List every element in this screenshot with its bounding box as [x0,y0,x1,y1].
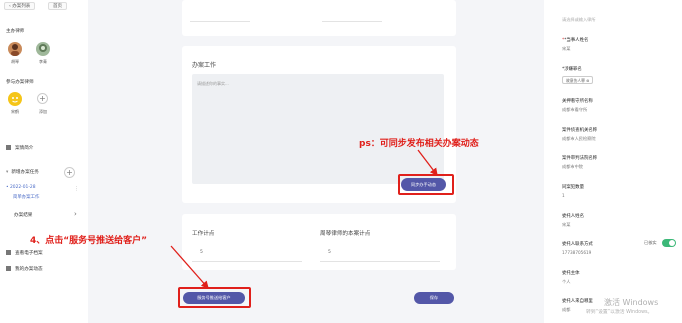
nav-label: 案情简介 [15,146,34,151]
list-icon [6,266,11,271]
field-label: 委托主体 [562,271,580,276]
avatar[interactable] [8,42,22,56]
this-case-points-value: 5 [328,250,331,255]
field-value[interactable]: 17738705619 [562,250,591,255]
field-value[interactable]: 宋某 [562,222,570,228]
top-field-left[interactable] [190,12,250,22]
main-content: 办案工作 请描述你的事实... 同步办手动态 工作计点 5 周琴律师的本案计点 … [88,0,544,323]
verified-label: 已核实 [644,240,657,245]
plus-icon: + [39,94,46,103]
field-label: 关押看守所名称 [562,99,593,104]
field-value[interactable]: 个人 [562,279,570,285]
lawyer-name: 李青 [39,59,47,64]
top-hint[interactable]: 请选择或输入律所 [562,17,596,23]
tab-case-list[interactable]: ‹ 办案列表 [4,2,36,10]
task-name[interactable]: 简单办案工作 [13,194,39,200]
divider [192,261,302,262]
nav-label: 我的办案动态 [15,267,43,272]
step4-annotation: 4、点击“服务号推送给客户” [30,236,148,246]
plus-icon: + [66,168,73,177]
field-label: 同案犯数量 [562,185,584,190]
nav-my-updates[interactable]: 我的办案动态 [6,266,43,272]
this-case-points-title: 周琴律师的本案计点 [320,231,371,237]
person-icon [11,44,19,56]
avatar[interactable] [36,42,50,56]
more-icon[interactable]: ⋮ [74,186,79,192]
tab-home[interactable]: 首页 [48,2,67,10]
field-value[interactable]: 成都市人民检察院 [562,136,596,142]
lawyer-name: 胡琴 [11,59,19,64]
crime-tag-text: 故意伤人罪 [566,78,585,83]
work-points-card: 工作计点 5 周琴律师的本案计点 5 [182,214,456,270]
nav-label: 新增办案任务 [11,170,39,175]
lead-lawyer-title: 主办律师 [6,29,25,34]
nav-view-files[interactable]: 查看电子档案 [6,250,43,256]
nav-case-result[interactable]: 办案结果 [14,212,32,218]
folder-icon [6,250,11,255]
add-lawyer-button[interactable]: + [37,93,48,104]
avatar[interactable] [8,92,22,106]
chevron-right-icon[interactable]: › [74,210,77,218]
points-input[interactable]: 5 [200,250,203,255]
toggle-knob [669,240,675,246]
field-value[interactable]: 宋某 [562,46,570,52]
left-sidebar: 主办律师 胡琴 李青 参与办案律师 宋鹤 + 添加 案情简介 ▾ 新增办案任务 +… [0,12,88,323]
watermark-line2: 转到“设置”以激活 Windows。 [586,310,653,315]
field-value[interactable]: 成都 [562,307,570,313]
document-icon [6,145,11,150]
field-label: 委托人联系方式 [562,242,593,247]
person-icon [39,44,47,52]
task-date[interactable]: • 2022-01-28 [6,185,36,190]
chevron-down-icon: ▾ [6,170,9,175]
crime-tag[interactable]: 故意伤人罪 ⊗ [562,76,594,84]
nav-label: 查看电子档案 [15,251,43,256]
field-label-text: *当事人姓名 [564,38,589,43]
field-label: **当事人姓名 [562,38,589,43]
add-task-button[interactable]: + [64,167,75,178]
field-value[interactable]: 成都市中院 [562,164,583,170]
field-label: 委托人姓名 [562,214,584,219]
field-value[interactable]: 1 [562,193,565,198]
highlight-push-button [178,287,251,308]
task-date-text: 2022-01-28 [10,185,36,190]
field-label: *涉嫌罪名 [562,67,582,72]
field-label: 案件审判法院名称 [562,156,598,161]
top-field-right[interactable] [322,12,382,22]
field-value[interactable]: 成都市看守所 [562,107,587,113]
right-panel: 请选择或输入律所 **当事人姓名 宋某 *涉嫌罪名 故意伤人罪 ⊗ 关押看守所名… [544,0,682,323]
divider [320,261,440,262]
watermark-line1: 激活 Windows [604,298,659,307]
smile-icon [12,97,18,103]
save-button[interactable]: 保存 [414,292,454,304]
textarea-placeholder: 请描述你的事实... [197,81,229,86]
field-label: 案件侦查机关名称 [562,128,598,133]
highlight-sync-button [398,174,454,195]
case-work-textarea[interactable]: 请描述你的事实... [192,74,444,184]
points-title: 工作计点 [192,231,215,237]
lawyer-name: 宋鹤 [11,109,19,114]
co-lawyer-title: 参与办案律师 [6,80,34,85]
ps-annotation: ps：可同步发布相关办案动态 [359,139,479,149]
verified-toggle[interactable] [662,239,676,247]
nav-case-intro[interactable]: 案情简介 [6,145,33,151]
case-work-title: 办案工作 [192,62,217,69]
nav-new-task[interactable]: ▾ 新增办案任务 [6,169,39,175]
top-card [182,0,456,36]
field-label: 委托人来自哪里 [562,299,593,304]
add-label: 添加 [39,109,47,114]
close-icon[interactable]: ⊗ [586,78,589,83]
